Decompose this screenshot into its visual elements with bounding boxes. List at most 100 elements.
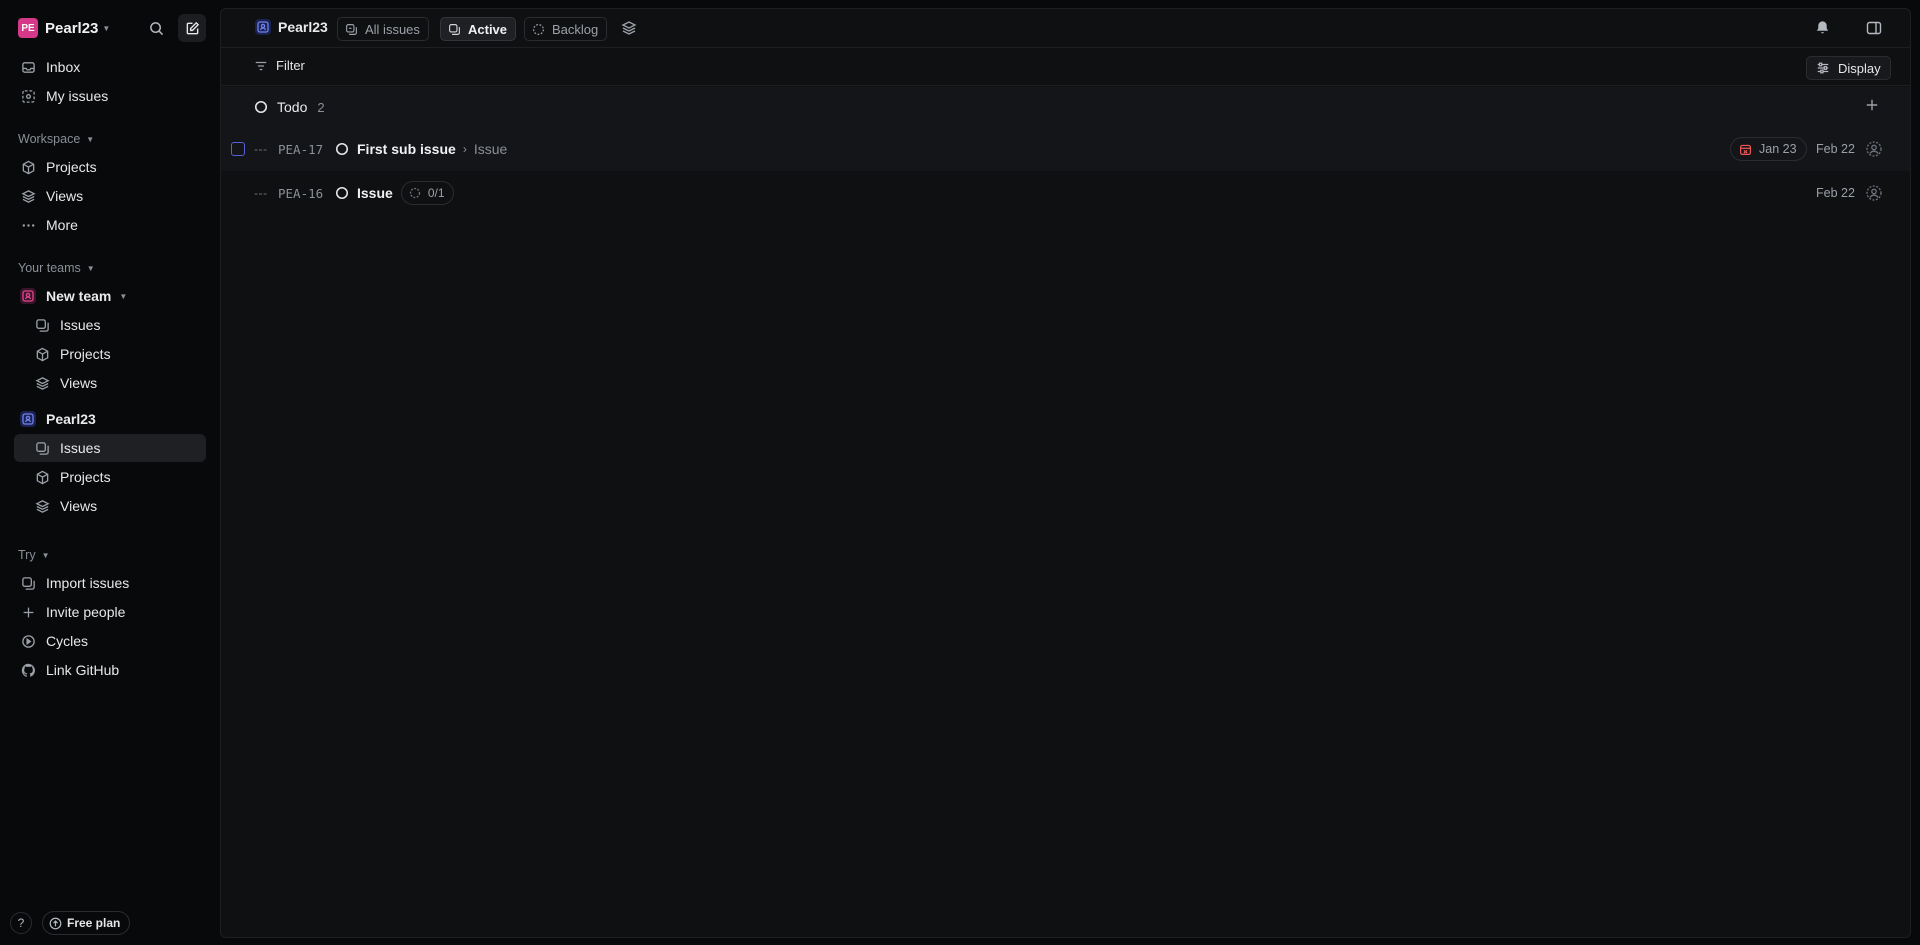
tab-label: All issues [365, 21, 420, 37]
filter-bar: Filter Display [221, 48, 1910, 86]
group-header-todo[interactable]: Todo 2 [221, 87, 1910, 127]
active-issues-icon [448, 23, 461, 36]
display-options-button[interactable]: Display [1806, 56, 1891, 80]
add-issue-to-group-button[interactable] [1865, 98, 1879, 112]
team-icon [20, 288, 36, 304]
filter-button[interactable]: Filter [254, 58, 305, 73]
search-button[interactable] [142, 14, 170, 42]
created-date: Feb 22 [1816, 142, 1855, 156]
issue-id: PEA-17 [278, 141, 324, 157]
projects-icon [20, 159, 36, 175]
teams-section-toggle[interactable]: Your teams ▼ [18, 261, 95, 275]
sidebar-item-import-issues[interactable]: Import issues [14, 569, 206, 597]
tab-all-issues[interactable]: All issues [337, 17, 429, 41]
sub-issues-progress: 0/1 [427, 186, 445, 200]
sidebar-item-pearl23-issues[interactable]: Issues [14, 434, 206, 462]
no-priority-icon[interactable]: --- [254, 186, 268, 200]
issue-id: PEA-16 [278, 185, 324, 201]
caret-down-icon: ▼ [86, 134, 95, 144]
sidebar-item-label: Projects [60, 469, 111, 485]
sidebar-item-new-team-issues[interactable]: Issues [14, 311, 206, 339]
sidebar-item-new-team-projects[interactable]: Projects [14, 340, 206, 368]
caret-down-icon: ▼ [119, 291, 128, 301]
plus-icon [1866, 99, 1878, 111]
try-section-toggle[interactable]: Try ▼ [18, 548, 50, 562]
sidebar-item-invite-people[interactable]: Invite people [14, 598, 206, 626]
tab-backlog[interactable]: Backlog [524, 17, 608, 41]
sidebar-item-label: Issues [60, 317, 101, 333]
team-pearl23[interactable]: Pearl23 [14, 405, 96, 433]
sidebar-item-projects[interactable]: Projects [14, 153, 206, 181]
workspace-section-toggle[interactable]: Workspace ▼ [18, 132, 94, 146]
sidebar-item-label: Views [60, 375, 98, 391]
sidebar-item-label: Invite people [46, 604, 126, 620]
tab-label: Backlog [552, 21, 599, 37]
chevron-right-icon: › [462, 142, 467, 156]
projects-icon [34, 346, 50, 362]
sidebar-item-label: My issues [46, 88, 109, 104]
sidebar-item-link-github[interactable]: Link GitHub [14, 656, 206, 684]
issue-row[interactable]: --- PEA-16 Issue 0/1 Feb 22 [221, 171, 1910, 215]
upgrade-arrow-icon [49, 917, 62, 930]
toggle-details-panel-button[interactable] [1866, 20, 1882, 36]
todo-status-icon[interactable] [335, 142, 349, 156]
views-icon [34, 375, 50, 391]
sidebar-item-label: Views [46, 188, 84, 204]
sidebar-item-inbox[interactable]: Inbox [14, 53, 206, 81]
all-issues-icon [345, 23, 358, 36]
sliders-icon [1816, 61, 1830, 75]
free-plan-button[interactable]: Free plan [42, 911, 131, 935]
no-priority-icon[interactable]: --- [254, 142, 268, 156]
caret-down-icon: ▼ [86, 263, 95, 273]
sidebar-item-label: Link GitHub [46, 662, 120, 678]
caret-down-icon: ▼ [41, 550, 50, 560]
plan-label: Free plan [67, 916, 121, 930]
sidebar-item-label: More [46, 217, 78, 233]
display-label: Display [1838, 60, 1881, 76]
issue-title: Issue 0/1 [357, 181, 454, 205]
parent-issue-link[interactable]: Issue [474, 141, 507, 157]
sidebar-item-label: Views [60, 498, 98, 514]
sub-issues-progress-badge[interactable]: 0/1 [400, 181, 454, 205]
unassigned-user-icon [1866, 141, 1882, 157]
overdue-calendar-icon [1739, 143, 1752, 156]
group-count: 2 [317, 99, 325, 115]
team-breadcrumb[interactable]: Pearl23 [255, 19, 328, 35]
inbox-icon [20, 59, 36, 75]
sidebar-item-pearl23-projects[interactable]: Projects [14, 463, 206, 491]
main-panel: Pearl23 All issues Active Backlog Filter… [220, 8, 1911, 938]
view-options-button[interactable] [621, 20, 637, 36]
sidebar-item-new-team-views[interactable]: Views [14, 369, 206, 397]
plus-icon [20, 604, 36, 620]
issue-select-checkbox[interactable] [231, 142, 245, 156]
section-label: Workspace [18, 132, 81, 146]
tab-active[interactable]: Active [440, 17, 517, 41]
sidebar-item-pearl23-views[interactable]: Views [14, 492, 206, 520]
help-button[interactable]: ? [10, 912, 32, 934]
due-date-badge[interactable]: Jan 23 [1730, 137, 1807, 161]
sidebar-item-label: Cycles [46, 633, 89, 649]
workspace-switcher[interactable]: PE Pearl23 ▼ [18, 17, 110, 39]
sidebar-item-cycles[interactable]: Cycles [14, 627, 206, 655]
sidebar-item-my-issues[interactable]: My issues [14, 82, 206, 110]
sidebar-item-label: Projects [46, 159, 97, 175]
bell-icon [1816, 21, 1829, 34]
todo-status-icon[interactable] [335, 186, 349, 200]
todo-status-icon [254, 100, 268, 114]
github-icon [20, 662, 36, 678]
sidebar-item-label: Projects [60, 346, 111, 362]
assignee-avatar[interactable] [1866, 141, 1882, 157]
team-name: Pearl23 [278, 19, 328, 35]
created-date: Feb 22 [1816, 186, 1855, 200]
issue-title-text: First sub issue [357, 141, 456, 157]
new-issue-button[interactable] [178, 14, 206, 42]
notifications-button[interactable] [1815, 20, 1830, 35]
sidebar-item-views[interactable]: Views [14, 182, 206, 210]
issue-row[interactable]: --- PEA-17 First sub issue › Issue Jan 2… [221, 127, 1910, 171]
workspace-name: Pearl23 [45, 19, 99, 37]
team-new-team[interactable]: New team ▼ [14, 282, 127, 310]
sidebar-item-more[interactable]: More [14, 211, 206, 239]
team-icon [255, 19, 271, 35]
assignee-avatar[interactable] [1866, 185, 1882, 201]
due-date: Jan 23 [1759, 142, 1797, 156]
